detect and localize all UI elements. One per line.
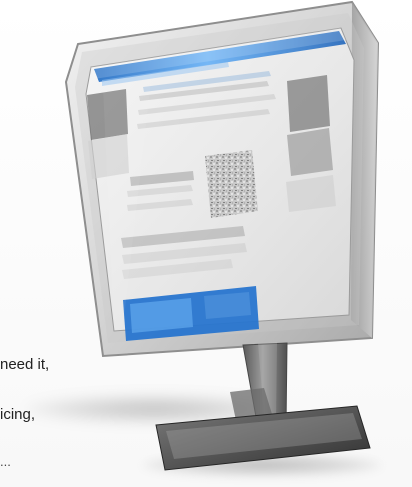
- monitor-illustration: [64, 0, 380, 471]
- caption-line-2: icing,: [0, 406, 36, 423]
- monitor-stand: [155, 342, 371, 471]
- caption-line-1: need it,: [0, 356, 50, 373]
- monitor-screen: [85, 27, 355, 341]
- monitor-photo: need it, icing, ...: [0, 0, 412, 487]
- caption-line-3: ...: [0, 454, 11, 469]
